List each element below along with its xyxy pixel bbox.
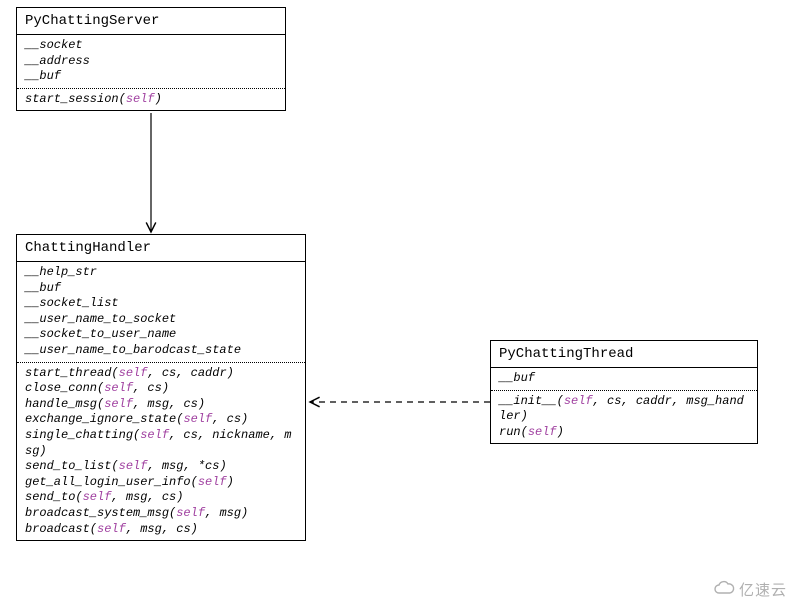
method: send_to_list(self, msg, *cs) [25, 459, 297, 475]
class-attributes: __socket __address __buf [17, 35, 285, 89]
attr: __buf [25, 281, 297, 297]
class-pychattingserver: PyChattingServer __socket __address __bu… [16, 7, 286, 111]
class-title: PyChattingThread [491, 341, 757, 368]
cloud-icon [713, 580, 735, 600]
diagram-canvas: PyChattingServer __socket __address __bu… [0, 0, 793, 602]
attr: __user_name_to_socket [25, 312, 297, 328]
watermark: 亿速云 [713, 579, 787, 600]
class-title: ChattingHandler [17, 235, 305, 262]
method: exchange_ignore_state(self, cs) [25, 412, 297, 428]
attr: __socket_list [25, 296, 297, 312]
method: broadcast_system_msg(self, msg) [25, 506, 297, 522]
method: handle_msg(self, msg, cs) [25, 397, 297, 413]
attr: __buf [499, 371, 749, 387]
watermark-text: 亿速云 [739, 579, 787, 600]
method: start_session(self) [25, 92, 277, 108]
attr: __user_name_to_barodcast_state [25, 343, 297, 359]
method: send_to(self, msg, cs) [25, 490, 297, 506]
class-methods: start_thread(self, cs, caddr) close_conn… [17, 363, 305, 541]
attr: __address [25, 54, 277, 70]
class-methods: __init__(self, cs, caddr, msg_handler) r… [491, 391, 757, 444]
method: __init__(self, cs, caddr, msg_handler) [499, 394, 749, 425]
attr: __buf [25, 69, 277, 85]
method: run(self) [499, 425, 749, 441]
attr: __help_str [25, 265, 297, 281]
class-chattinghandler: ChattingHandler __help_str __buf __socke… [16, 234, 306, 541]
attr: __socket_to_user_name [25, 327, 297, 343]
class-methods: start_session(self) [17, 89, 285, 111]
method: get_all_login_user_info(self) [25, 475, 297, 491]
method: close_conn(self, cs) [25, 381, 297, 397]
method: start_thread(self, cs, caddr) [25, 366, 297, 382]
attr: __socket [25, 38, 277, 54]
class-attributes: __buf [491, 368, 757, 391]
method: broadcast(self, msg, cs) [25, 522, 297, 538]
class-attributes: __help_str __buf __socket_list __user_na… [17, 262, 305, 363]
method: single_chatting(self, cs, nickname, msg) [25, 428, 297, 459]
class-pychattingthread: PyChattingThread __buf __init__(self, cs… [490, 340, 758, 444]
class-title: PyChattingServer [17, 8, 285, 35]
